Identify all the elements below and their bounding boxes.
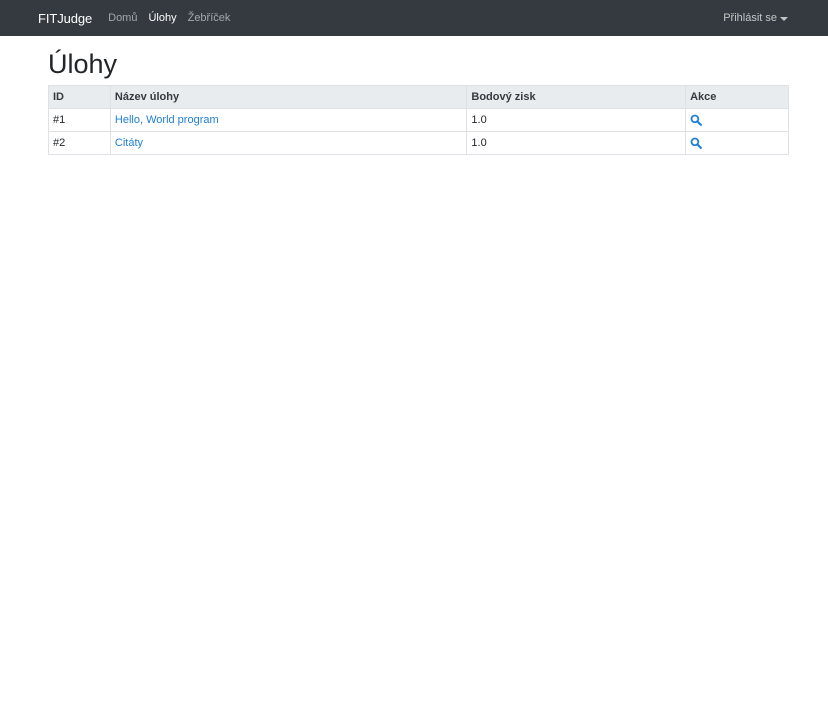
task-name-cell: Hello, World program xyxy=(109,108,468,132)
header-id: ID xyxy=(48,85,111,109)
task-points: 1.0 xyxy=(466,108,687,132)
table-header-row: ID Název úlohy Bodový zisk Akce xyxy=(48,85,789,109)
header-name: Název úlohy xyxy=(109,85,468,109)
search-icon[interactable] xyxy=(690,137,703,149)
login-label: Přihlásit se xyxy=(723,12,777,24)
page-title: Úlohy xyxy=(48,49,118,79)
nav-link-tasks[interactable]: Úlohy xyxy=(148,12,176,24)
task-points: 1.0 xyxy=(466,131,687,155)
nav-link-leaderboard[interactable]: Žebříček xyxy=(188,12,231,24)
top-navbar: FITJudge Domů Úlohy Žebříček Přihlásit s… xyxy=(0,0,828,36)
task-actions-cell xyxy=(685,131,789,155)
task-link[interactable]: Hello, World program xyxy=(115,114,219,126)
login-dropdown[interactable]: Přihlásit se xyxy=(723,12,788,24)
main-container: Úlohy ID Název úlohy Bodový zisk Akce #1… xyxy=(0,47,828,155)
brand-link[interactable]: FITJudge xyxy=(38,11,92,26)
search-icon[interactable] xyxy=(690,114,703,126)
header-actions: Akce xyxy=(685,85,789,109)
caret-down-icon xyxy=(780,16,788,21)
task-id: #2 xyxy=(48,131,111,155)
task-name-cell: Citáty xyxy=(109,131,468,155)
table-row: #1 Hello, World program 1.0 xyxy=(48,108,789,132)
task-id: #1 xyxy=(48,108,111,132)
header-points: Bodový zisk xyxy=(466,85,687,109)
task-actions-cell xyxy=(685,108,789,132)
nav-link-home[interactable]: Domů xyxy=(108,12,137,24)
table-row: #2 Citáty 1.0 xyxy=(48,131,789,155)
tasks-table: ID Název úlohy Bodový zisk Akce #1 Hello… xyxy=(48,85,789,155)
task-link[interactable]: Citáty xyxy=(115,137,143,149)
